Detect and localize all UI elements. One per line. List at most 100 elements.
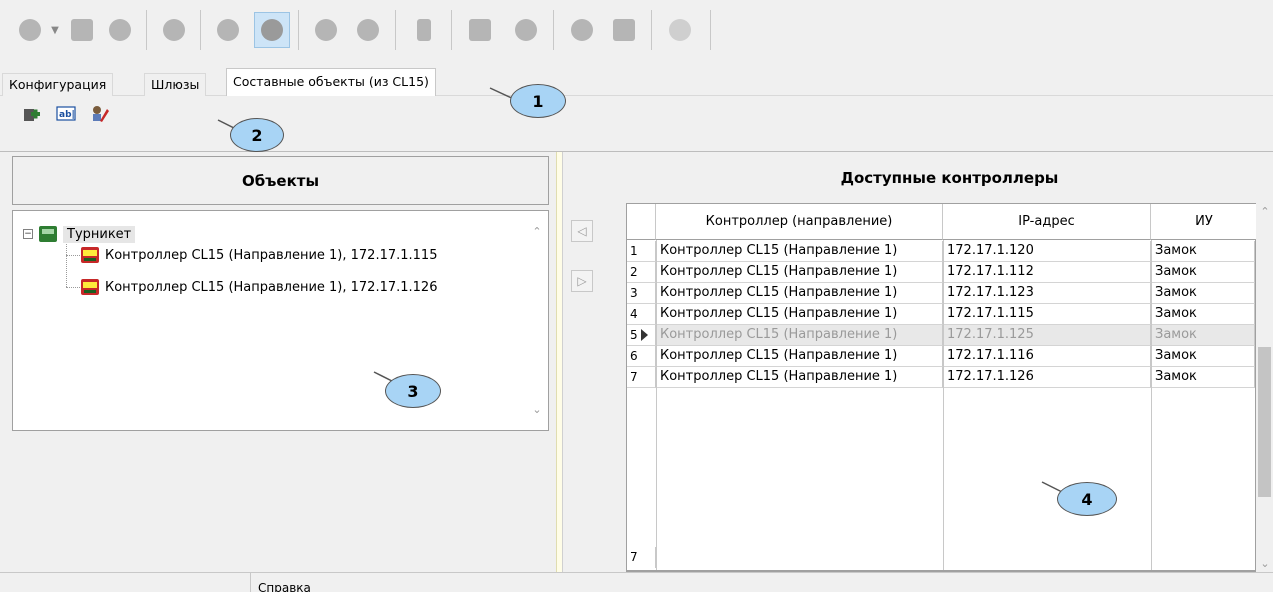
add-object-icon[interactable] [20,102,44,126]
cell-iu: Замок [1151,325,1255,346]
alert-icon[interactable] [408,14,440,46]
scroll-down-icon[interactable]: ⌄ [1257,555,1273,571]
cell-iu: Замок [1151,262,1255,283]
controllers-header: Доступные контроллеры [626,152,1273,203]
row-number: 1 [627,241,656,262]
cancel-icon[interactable] [254,12,290,48]
tree-node-controller[interactable]: Контроллер CL15 (Направление 1), 172.17.… [75,244,437,266]
cell-controller: Контроллер CL15 (Направление 1) [656,325,943,346]
properties-icon[interactable] [104,14,136,46]
users-icon[interactable] [158,14,190,46]
scroll-up-icon[interactable]: ⌃ [1257,203,1273,219]
cell-ip: 172.17.1.112 [943,262,1151,283]
row-number: 5 [627,325,656,346]
toolbar-separator [553,10,554,50]
grid-line [1151,240,1152,570]
row-number: 3 [627,283,656,304]
cell-iu: Замок [1151,241,1255,262]
grid-line [943,240,944,570]
toolbar-separator [146,10,147,50]
dropdown-arrow-icon[interactable]: ▼ [48,14,62,46]
tab-bar: Конфигурация Шлюзы Составные объекты (из… [0,66,1273,97]
cell-iu: Замок [1151,304,1255,325]
cell-iu: Замок [1151,367,1255,388]
scrollbar-thumb[interactable] [1258,347,1271,497]
cell-iu: Замок [1151,346,1255,367]
edit-object-icon[interactable] [88,102,112,126]
tree-node-controller[interactable]: Контроллер CL15 (Направление 1), 172.17.… [75,276,437,298]
turnstile-icon [39,226,57,242]
objects-header: Объекты [12,156,549,205]
grid-scrollbar[interactable]: ⌃ ⌄ [1256,203,1273,572]
delete-icon[interactable] [66,14,98,46]
controller-icon [81,279,99,295]
info-icon[interactable] [608,14,640,46]
scroll-up-icon[interactable]: ⌃ [529,223,545,239]
callout-3: 3 [385,374,441,408]
tab-configuration[interactable]: Конфигурация [2,73,114,96]
cell-ip: 172.17.1.120 [943,241,1151,262]
map-icon[interactable] [464,14,496,46]
svg-text:ab|: ab| [59,110,75,120]
row-number: 6 [627,346,656,367]
panel-splitter[interactable] [556,152,563,572]
brush-icon[interactable] [566,14,598,46]
scroll-down-icon[interactable]: ⌄ [529,401,545,417]
cell-ip: 172.17.1.125 [943,325,1151,346]
cell-controller: Контроллер CL15 (Направление 1) [656,283,943,304]
edit-icon[interactable] [212,14,244,46]
tree-node-label: Контроллер CL15 (Направление 1), 172.17.… [105,279,438,295]
controllers-grid[interactable]: Контроллер (направление) IP-адрес ИУ 1 Ко… [626,203,1257,572]
cell-ip: 172.17.1.116 [943,346,1151,367]
cell-controller: Контроллер CL15 (Направление 1) [656,367,943,388]
tree-connector [66,244,67,287]
controller-icon [81,247,99,263]
tree-node-label: Контроллер CL15 (Направление 1), 172.17.… [105,247,438,263]
cell-controller: Контроллер CL15 (Направление 1) [656,241,943,262]
toolbar-separator [395,10,396,50]
move-left-button[interactable]: ◁ [571,220,593,242]
toolbar-separator [200,10,201,50]
cell-iu: Замок [1151,283,1255,304]
callout-2: 2 [230,118,284,152]
toolbar-separator [298,10,299,50]
settings-icon[interactable] [664,14,696,46]
tab-gateways[interactable]: Шлюзы [144,73,207,96]
status-text: Справка [258,581,311,592]
objects-tree[interactable]: − Турникет Контроллер CL15 (Направление … [12,210,549,431]
cell-ip: 172.17.1.126 [943,367,1151,388]
collapse-icon[interactable]: − [23,229,33,239]
row-number: 7 [627,367,656,388]
refresh-icon[interactable] [510,14,542,46]
row-number: 4 [627,304,656,325]
rename-icon[interactable]: ab| [54,102,78,126]
cell-ip: 172.17.1.115 [943,304,1151,325]
column-header-ip[interactable]: IP-адрес [943,204,1151,240]
stop-icon[interactable] [352,14,384,46]
status-separator [250,573,251,592]
tree-node-label: Турникет [63,225,136,243]
row-number-header [627,204,656,240]
cell-controller: Контроллер CL15 (Направление 1) [656,262,943,283]
toolbar-separator [451,10,452,50]
start-icon[interactable] [310,14,342,46]
objects-toolbar: ab| [0,96,1273,152]
status-bar: Справка [0,572,1273,592]
grid-footer-line [627,570,1255,571]
tab-composite-objects[interactable]: Составные объекты (из CL15) [226,68,436,97]
row-count: 7 [627,547,656,568]
column-header-iu[interactable]: ИУ [1151,204,1257,240]
add-device-icon[interactable] [14,14,46,46]
row-number: 2 [627,262,656,283]
row-number-text: 5 [630,328,638,342]
objects-panel: Объекты − Турникет Контроллер CL15 (Напр… [0,152,556,572]
move-right-button[interactable]: ▷ [571,270,593,292]
main-toolbar: ▼ [0,0,1273,66]
tree-node-turnstile[interactable]: − Турникет [23,223,136,245]
cell-controller: Контроллер CL15 (Направление 1) [656,346,943,367]
toolbar-separator [710,10,711,50]
callout-4: 4 [1057,482,1117,516]
toolbar-separator [651,10,652,50]
transfer-buttons: ◁ ▷ [563,152,626,572]
column-header-controller[interactable]: Контроллер (направление) [656,204,943,240]
